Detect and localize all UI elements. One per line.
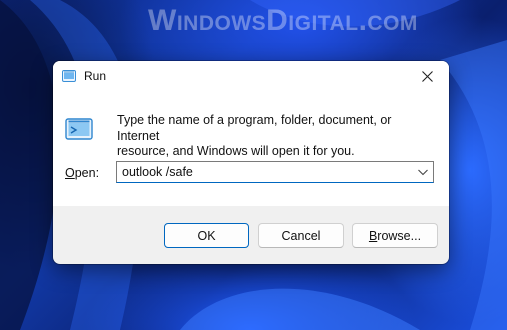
instruction-line-2: resource, and Windows will open it for y…	[117, 144, 355, 158]
title-bar: Run	[53, 61, 449, 91]
run-icon	[62, 70, 76, 82]
dialog-body: Type the name of a program, folder, docu…	[53, 91, 449, 206]
command-input[interactable]: outlook /safe	[122, 165, 193, 180]
run-dialog: Run Type the name of a program, folder, …	[53, 61, 449, 264]
close-button[interactable]	[405, 61, 449, 91]
chevron-down-icon[interactable]	[417, 167, 429, 177]
open-label-rest: pen:	[74, 166, 100, 180]
browse-accelerator: B	[368, 228, 378, 243]
browse-button[interactable]: Browse...	[352, 223, 438, 248]
ok-button[interactable]: OK	[164, 223, 249, 248]
run-program-icon	[65, 118, 93, 140]
dialog-title: Run	[84, 69, 107, 83]
command-combobox[interactable]: outlook /safe	[116, 161, 434, 183]
cancel-button[interactable]: Cancel	[258, 223, 344, 248]
open-label: Open:	[65, 166, 99, 180]
instruction-line-1: Type the name of a program, folder, docu…	[117, 113, 392, 143]
browse-label-rest: rowse...	[377, 228, 422, 243]
site-watermark: WindowsDigital.com	[148, 4, 418, 37]
open-label-accelerator: O	[65, 166, 75, 180]
close-icon	[421, 70, 433, 82]
instruction-text: Type the name of a program, folder, docu…	[117, 113, 437, 160]
